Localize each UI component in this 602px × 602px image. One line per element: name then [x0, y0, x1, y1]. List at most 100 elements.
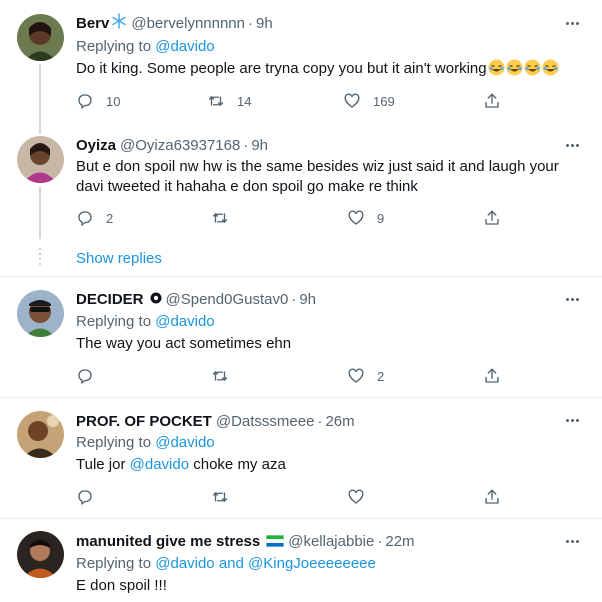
more-options-icon[interactable]	[562, 135, 582, 155]
timestamp[interactable]: 9h	[251, 137, 268, 154]
retweet-button[interactable]	[211, 487, 241, 507]
share-icon	[485, 368, 499, 383]
laughing-emoji-icon	[542, 59, 559, 76]
retweet-button[interactable]: 14	[207, 91, 251, 111]
share-icon	[485, 93, 499, 108]
display-name[interactable]: PROF. OF POCKET	[76, 413, 212, 430]
tweet-2[interactable]: Oyiza @Oyiza63937168 · 9h But e don spoi…	[0, 122, 602, 276]
laughing-emoji-icon	[524, 59, 541, 76]
tweet-text-post: choke my aza	[189, 456, 286, 473]
like-count: 2	[377, 368, 385, 384]
reply-icon	[78, 94, 92, 110]
avatar[interactable]	[17, 531, 64, 578]
retweet-icon	[212, 371, 228, 381]
more-options-icon[interactable]	[562, 410, 582, 430]
replying-to: Replying to @davido and @KingJoeeeeeeee	[76, 555, 376, 572]
display-name[interactable]: DECIDER	[76, 291, 144, 308]
display-name[interactable]: Berv	[76, 15, 109, 32]
avatar[interactable]	[17, 290, 64, 337]
replying-label: Replying to	[76, 434, 152, 451]
tweet-text: The way you act sometimes ehn	[76, 335, 292, 352]
timestamp[interactable]: 9h	[256, 15, 273, 32]
retweet-button[interactable]	[211, 208, 241, 228]
user-handle[interactable]: @Spend0Gustav0	[166, 291, 289, 308]
reply-button[interactable]	[76, 366, 106, 386]
timestamp[interactable]: 9h	[299, 291, 316, 308]
mention-link[interactable]: @davido	[155, 434, 214, 451]
mention-link[interactable]: @davido	[155, 38, 214, 55]
reply-icon	[78, 211, 92, 227]
reply-icon	[78, 369, 92, 385]
display-name[interactable]: manunited give me stress	[76, 533, 260, 550]
like-button[interactable]: 2	[347, 366, 384, 386]
tweet-5[interactable]: manunited give me stress @kellajabbie · …	[0, 519, 602, 602]
reply-button[interactable]: 2	[76, 208, 113, 228]
separator: ·	[243, 136, 249, 154]
retweet-icon	[208, 96, 224, 106]
tweet-4[interactable]: PROF. OF POCKET @Datsssmeee · 26m Replyi…	[0, 398, 602, 518]
thread-line	[39, 187, 41, 239]
more-options-icon[interactable]	[562, 289, 582, 309]
timestamp[interactable]: 26m	[325, 413, 354, 430]
reply-button[interactable]: 10	[76, 91, 120, 111]
replying-to: Replying to @davido	[76, 38, 215, 55]
replying-label: Replying to	[76, 555, 152, 572]
tweet-3[interactable]: DECIDER @Spend0Gustav0 · 9h Replying to …	[0, 277, 602, 397]
more-options-icon[interactable]	[562, 531, 582, 551]
like-button[interactable]	[347, 487, 377, 507]
share-button[interactable]	[483, 91, 501, 111]
tweet-text: Do it king. Some people are tryna copy y…	[76, 59, 581, 79]
tweet-text-content: Do it king. Some people are tryna copy y…	[76, 60, 487, 77]
laughing-emoji-icon	[506, 59, 523, 76]
mention-link[interactable]: @davido	[130, 456, 189, 473]
sierra-leone-flag-icon	[266, 535, 285, 547]
user-handle[interactable]: @Oyiza63937168	[120, 137, 240, 154]
replying-joiner: and	[218, 555, 244, 572]
show-replies-link[interactable]: Show replies	[76, 250, 162, 267]
emoji-group	[487, 59, 559, 77]
separator: ·	[317, 412, 323, 430]
mention-link[interactable]: @davido	[155, 555, 214, 572]
heart-icon	[348, 489, 364, 504]
timestamp[interactable]: 22m	[385, 533, 414, 550]
share-button[interactable]	[483, 366, 501, 386]
more-options-icon[interactable]	[562, 13, 582, 33]
avatar[interactable]	[17, 14, 64, 61]
share-button[interactable]	[483, 487, 501, 507]
laughing-emoji-icon	[488, 59, 505, 76]
separator: ·	[291, 290, 297, 308]
tweet-text-pre: Tule jor	[76, 456, 130, 473]
like-button[interactable]: 9	[347, 208, 384, 228]
user-handle[interactable]: @kellajabbie	[288, 533, 374, 550]
share-icon	[485, 489, 499, 504]
mention-link[interactable]: @KingJoeeeeeeee	[248, 555, 376, 572]
avatar[interactable]	[17, 136, 64, 183]
reply-count: 10	[106, 93, 121, 109]
share-icon	[485, 210, 499, 225]
action-bar	[76, 487, 506, 507]
separator: ·	[377, 532, 383, 550]
retweet-button[interactable]	[211, 366, 241, 386]
user-handle[interactable]: @Datsssmeee	[216, 413, 315, 430]
reply-button[interactable]	[76, 487, 106, 507]
avatar[interactable]	[17, 411, 64, 458]
thread-line	[39, 122, 41, 132]
reply-icon	[78, 490, 92, 506]
action-bar: 2	[76, 366, 506, 386]
like-button[interactable]: 169	[343, 91, 395, 111]
replying-to: Replying to @davido	[76, 434, 215, 451]
replying-to: Replying to @davido	[76, 313, 215, 330]
mention-link[interactable]: @davido	[155, 313, 214, 330]
action-bar: 2 9	[76, 208, 506, 228]
retweet-count: 14	[237, 93, 252, 109]
separator: ·	[248, 14, 253, 32]
snowflake-icon	[111, 13, 127, 33]
like-count: 169	[373, 93, 395, 109]
reply-count: 2	[106, 210, 114, 226]
display-name[interactable]: Oyiza	[76, 137, 116, 154]
user-handle[interactable]: @bervelynnnnnn	[131, 15, 245, 32]
verified-circle-icon	[150, 291, 162, 308]
tweet-1[interactable]: Berv @bervelynnnnnn · 9h Replying to @da…	[0, 0, 602, 134]
share-button[interactable]	[483, 208, 501, 228]
heart-icon	[348, 368, 364, 383]
